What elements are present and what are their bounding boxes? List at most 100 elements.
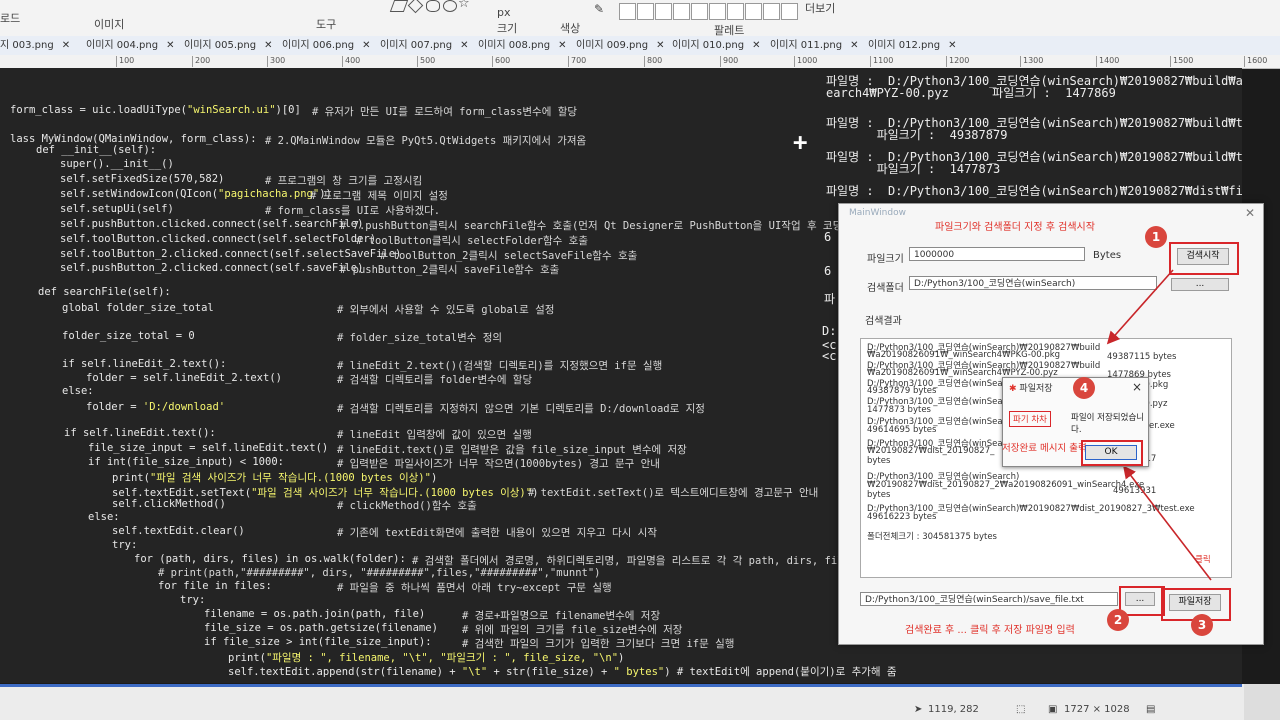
close-icon[interactable]: ✕	[656, 40, 664, 51]
code-comment: # lineEdit 입력창에 값이 있으면 실행	[337, 429, 532, 441]
code-line: global folder_size_total	[62, 302, 214, 314]
palette-swatch[interactable]	[727, 3, 744, 20]
eyedropper-icon[interactable]: ✎	[594, 2, 604, 16]
tab-image-008[interactable]: 이미지 008.png ✕	[478, 38, 566, 53]
code-line: if self.lineEdit_2.text():	[62, 358, 227, 370]
vertical-scrollbar[interactable]	[1244, 684, 1280, 720]
code-line: self.clickMethod()	[112, 498, 226, 510]
close-icon[interactable]: ✕	[460, 40, 468, 51]
px-label: px	[497, 6, 511, 19]
code-line: file_size_input = self.lineEdit.text()	[88, 442, 329, 454]
arrow-to-results	[1106, 269, 1174, 345]
save-complete-popup: ✱ 파일저장 × 4 파기 차차 파일이 저장되었습니다. 저장완료 메시지 출…	[1002, 377, 1149, 467]
tab-image-012[interactable]: 이미지 012.png ✕	[868, 38, 956, 53]
tab-image-007[interactable]: 이미지 007.png ✕	[380, 38, 468, 53]
ribbon-tools-label: 도구	[316, 18, 337, 31]
tab-label: 이미지 011.png	[770, 40, 843, 51]
close-icon[interactable]: ✕	[752, 40, 760, 51]
ruler-tick: 1300	[1020, 56, 1043, 67]
diamond-shape-icon[interactable]	[407, 0, 424, 14]
cursor-icon: ➤	[914, 704, 923, 715]
ruler-tick: 1500	[1170, 56, 1193, 67]
code-line: def searchFile(self):	[38, 286, 171, 298]
close-icon[interactable]: ✕	[558, 40, 566, 51]
close-icon[interactable]: ✕	[166, 40, 174, 51]
code-line: self.setupUi(self)	[60, 203, 174, 215]
star-shape-icon[interactable]: ☆	[458, 0, 470, 11]
code-comment: # lineEdit_2.text()(검색할 디렉토리)를 지정했으면 if문…	[337, 360, 663, 372]
tab-image-011[interactable]: 이미지 011.png ✕	[770, 38, 858, 53]
close-icon[interactable]: ×	[1132, 380, 1142, 394]
ribbon-image-label: 이미지	[94, 18, 125, 31]
popup-title-text: 파일저장	[1019, 384, 1053, 394]
tab-label: 이미지 004.png	[86, 40, 159, 51]
image-dimensions-icon: ▣	[1048, 704, 1058, 715]
palette-swatch[interactable]	[655, 3, 672, 20]
scrollbar-track[interactable]	[0, 684, 1242, 687]
code-line: folder = self.lineEdit_2.text()	[86, 372, 282, 384]
palette-swatch[interactable]	[619, 3, 636, 20]
close-icon[interactable]: ✕	[62, 40, 70, 51]
triangle-shape-icon[interactable]	[389, 0, 409, 12]
console-line: earch4₩PYZ-00.pyz 파일크기 : 1477869	[826, 86, 1116, 100]
code-line: self.pushButton_2.clicked.connect(self.s…	[60, 262, 364, 274]
close-icon[interactable]: ✕	[362, 40, 370, 51]
palette-swatch[interactable]	[781, 3, 798, 20]
close-icon[interactable]: ✕	[948, 40, 956, 51]
tab-image-004[interactable]: 이미지 004.png ✕	[86, 38, 174, 53]
size-label: 크기	[497, 22, 518, 35]
code-comment: # 외부에서 사용할 수 있도록 global로 설정	[337, 304, 555, 316]
ruler-tick: 100	[116, 56, 134, 67]
tab-image-009[interactable]: 이미지 009.png ✕	[576, 38, 664, 53]
close-icon[interactable]: ✕	[264, 40, 272, 51]
tab-label: 이미지 008.png	[478, 40, 551, 51]
code-line: try:	[180, 594, 206, 606]
code-comment: # 프로그램의 창 크기를 고정시킴	[265, 175, 423, 187]
palette-swatch[interactable]	[763, 3, 780, 20]
code-comment: # print(path,"#########", dirs, "#######…	[158, 567, 601, 579]
code-comment: # 검색할 디렉토리를 folder변수에 할당	[337, 374, 533, 386]
palette-swatch[interactable]	[637, 3, 654, 20]
status-bar: ➤ 1119, 282 ⬚ ▣ 1727 × 1028 ▤	[0, 684, 1280, 720]
circle-shape-icon[interactable]	[443, 0, 457, 12]
palette-swatch[interactable]	[709, 3, 726, 20]
console-line: D:	[822, 324, 837, 338]
more-label[interactable]: 더보기	[805, 0, 835, 16]
code-comment: # 위에 파일의 크기를 file_size변수에 저장	[462, 624, 683, 636]
tab-label: 이미지 006.png	[282, 40, 355, 51]
pentagon-shape-icon[interactable]	[426, 0, 440, 12]
tab-image-003[interactable]: 지 003.png ✕	[0, 38, 70, 53]
tab-image-010[interactable]: 이미지 010.png ✕	[672, 38, 760, 53]
close-icon[interactable]: ✕	[850, 40, 858, 51]
code-comment: # 입력받은 파일사이즈가 너무 작으면(1000bytes) 경고 문구 안내	[337, 458, 660, 470]
tab-image-005[interactable]: 이미지 005.png ✕	[184, 38, 272, 53]
tab-label: 이미지 012.png	[868, 40, 941, 51]
code-line: folder_size_total = 0	[62, 330, 195, 342]
code-comment: # folder_size_total변수 정의	[337, 332, 503, 344]
selection-icon: ⬚	[1016, 704, 1026, 715]
code-comment: # 경로+파일명으로 filename변수에 저장	[462, 610, 661, 622]
code-comment: # 유저가 만든 UI를 로드하여 form_class변수에 할당	[312, 106, 578, 118]
console-line: 6	[824, 264, 832, 278]
ruler-tick: 300	[267, 56, 285, 67]
step-badge-4: 4	[1073, 377, 1095, 399]
ruler-tick: 700	[568, 56, 586, 67]
tab-image-006[interactable]: 이미지 006.png ✕	[282, 38, 370, 53]
code-comment: # clickMethod()함수 호출	[337, 500, 477, 512]
save-note: 저장완료 메시지 출력	[1002, 443, 1087, 454]
palette-swatch[interactable]	[691, 3, 708, 20]
tab-label: 이미지 007.png	[380, 40, 453, 51]
code-line: else:	[62, 385, 94, 397]
code-comment: # lineEdit.text()로 입력받은 값을 file_size_inp…	[337, 444, 687, 456]
code-line: self.pushButton.clicked.connect(self.sea…	[60, 218, 364, 230]
palette-swatch[interactable]	[745, 3, 762, 20]
tab-label: 이미지 009.png	[576, 40, 649, 51]
code-line: form_class = uic.loadUiType("winSearch.u…	[10, 104, 301, 116]
filesize-icon: ▤	[1146, 704, 1156, 715]
code-line: else:	[88, 511, 120, 523]
highlight-box	[1081, 440, 1143, 466]
code-line: for (path, dirs, files) in os.walk(folde…	[134, 553, 406, 565]
console-line: 6	[824, 230, 832, 244]
palette-swatch[interactable]	[673, 3, 690, 20]
code-line: self.textEdit.append(str(filename) + "\t…	[228, 666, 897, 678]
